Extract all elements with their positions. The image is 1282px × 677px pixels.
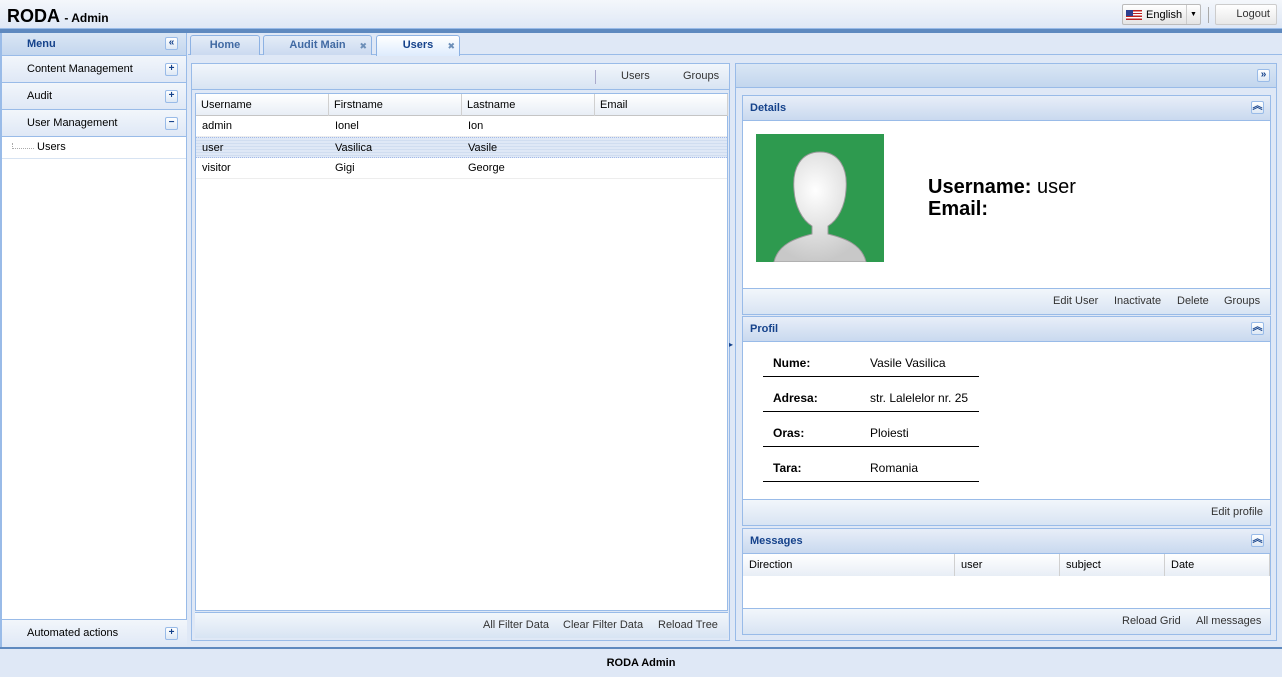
collapse-left-icon[interactable]: « [165, 37, 178, 50]
grid-header: Username Firstname Lastname Email [196, 94, 728, 116]
language-label: English [1146, 8, 1183, 21]
groups-button[interactable]: Groups [683, 70, 719, 82]
messages-actions: Reload Grid All messages [743, 608, 1270, 634]
dropdown-arrow-icon[interactable]: ▼ [1186, 5, 1200, 24]
cell-username: visitor [202, 162, 231, 174]
table-row-selected[interactable]: user Vasilica Vasile [196, 137, 727, 158]
profile-row-country: Tara: Romania [763, 447, 979, 482]
app-header: RODA - Admin English ▼ Logout [0, 0, 1282, 29]
menu-item-automated-actions[interactable]: Automated actions + [2, 619, 187, 647]
cell-firstname: Vasilica [335, 142, 373, 154]
column-header-date[interactable]: Date [1165, 554, 1270, 576]
clear-filter-data-button[interactable]: Clear Filter Data [563, 619, 643, 631]
cell-firstname: Ionel [335, 120, 359, 132]
menu-item-content-management[interactable]: Content Management + [2, 56, 186, 83]
tab-home[interactable]: Home [190, 35, 260, 55]
column-header-firstname[interactable]: Firstname [329, 94, 462, 116]
messages-title: Messages [750, 535, 803, 547]
profile-row-city: Oras: Ploiesti [763, 412, 979, 447]
messages-grid-header: Direction user subject Date [743, 554, 1270, 576]
menu-title: Menu [27, 38, 56, 50]
expand-plus-icon[interactable]: + [165, 63, 178, 76]
expand-plus-icon[interactable]: + [165, 627, 178, 640]
expand-plus-icon[interactable]: + [165, 90, 178, 103]
column-header-user[interactable]: user [955, 554, 1060, 576]
edit-profile-button[interactable]: Edit profile [1211, 506, 1263, 518]
grid-toolbar: Users Groups [192, 64, 729, 90]
cell-lastname: Vasile [468, 142, 498, 154]
close-icon[interactable]: ✖ [447, 37, 455, 55]
collapse-right-icon[interactable]: » [1257, 69, 1270, 82]
cell-lastname: George [468, 162, 505, 174]
all-filter-data-button[interactable]: All Filter Data [483, 619, 549, 631]
column-header-subject[interactable]: subject [1060, 554, 1165, 576]
cell-lastname: Ion [468, 120, 484, 132]
app-title: RODA - Admin [7, 6, 109, 26]
details-title: Details [750, 102, 787, 114]
tab-strip: Home Audit Main ✖ Users ✖ [188, 33, 1282, 56]
messages-header: Messages ︽ [743, 529, 1270, 554]
details-header: Details ︽ [743, 96, 1270, 121]
avatar [756, 134, 884, 262]
profil-title: Profil [750, 323, 779, 335]
column-header-direction[interactable]: Direction [743, 554, 955, 576]
table-row[interactable]: admin Ionel Ion [196, 116, 727, 137]
footer-text: RODA Admin [606, 657, 676, 669]
column-header-lastname[interactable]: Lastname [462, 94, 595, 116]
username-value: user [1036, 176, 1076, 198]
edit-user-button[interactable]: Edit User [1053, 295, 1098, 307]
groups-button[interactable]: Groups [1224, 295, 1260, 307]
collapse-up-icon[interactable]: ︽ [1251, 322, 1264, 335]
collapse-up-icon[interactable]: ︽ [1251, 534, 1264, 547]
sidebar-menu: Menu « Content Management + Audit + User… [0, 33, 187, 647]
users-button[interactable]: Users [621, 70, 650, 82]
collapse-up-icon[interactable]: ︽ [1251, 101, 1264, 114]
email-label: Email: [928, 198, 989, 220]
toolbar-separator [595, 70, 596, 84]
tab-users[interactable]: Users ✖ [376, 35, 460, 56]
profil-header: Profil ︽ [743, 317, 1270, 342]
us-flag-icon [1126, 9, 1142, 20]
profile-row-name: Nume: Vasile Vasilica [763, 342, 979, 377]
details-actions: Edit User Inactivate Delete Groups [743, 288, 1270, 314]
details-section: Details ︽ Username: user Email: Edit Use… [742, 95, 1271, 315]
user-detail-panel: » Details ︽ Username: user Email: Edit U… [735, 63, 1277, 641]
reload-tree-button[interactable]: Reload Tree [658, 619, 718, 631]
cell-username: user [202, 142, 224, 154]
menu-item-audit[interactable]: Audit + [2, 83, 186, 110]
menu-item-user-management[interactable]: User Management − [2, 110, 186, 137]
messages-section: Messages ︽ Direction user subject Date R… [742, 528, 1271, 635]
menu-header: Menu « [2, 33, 186, 56]
menu-subitem-users[interactable]: Users [2, 137, 186, 159]
table-row[interactable]: visitor Gigi George [196, 158, 727, 179]
delete-button[interactable]: Delete [1177, 295, 1209, 307]
splitter-handle-icon[interactable]: ▸ [729, 340, 734, 365]
tree-line-icon [12, 143, 34, 149]
cell-firstname: Gigi [335, 162, 355, 174]
language-selector[interactable]: English ▼ [1122, 4, 1201, 25]
users-grid-panel: Users Groups Username Firstname Lastname… [191, 63, 730, 641]
all-messages-button[interactable]: All messages [1196, 615, 1261, 627]
username-label: Username: user [928, 176, 1076, 198]
toolbar-separator [1208, 7, 1209, 23]
collapse-minus-icon[interactable]: − [165, 117, 178, 130]
reload-grid-button[interactable]: Reload Grid [1122, 615, 1181, 627]
column-header-email[interactable]: Email [595, 94, 728, 116]
user-silhouette-icon [773, 151, 867, 262]
column-header-username[interactable]: Username [196, 94, 329, 116]
detail-panel-header: » [736, 64, 1276, 88]
grid-footer-toolbar: All Filter Data Clear Filter Data Reload… [195, 612, 728, 638]
profil-section: Profil ︽ Nume: Vasile Vasilica Adresa: str… [742, 316, 1271, 526]
profile-row-address: Adresa: str. Lalelelor nr. 25 [763, 377, 979, 412]
app-subtitle: - Admin [64, 11, 109, 25]
cell-username: admin [202, 120, 232, 132]
profil-actions: Edit profile [743, 499, 1270, 525]
logout-button[interactable]: Logout [1215, 4, 1277, 25]
users-grid: Username Firstname Lastname Email admin … [195, 93, 728, 611]
inactivate-button[interactable]: Inactivate [1114, 295, 1161, 307]
tab-audit-main[interactable]: Audit Main ✖ [263, 35, 372, 55]
app-footer: RODA Admin [0, 647, 1282, 677]
close-icon[interactable]: ✖ [359, 37, 367, 55]
